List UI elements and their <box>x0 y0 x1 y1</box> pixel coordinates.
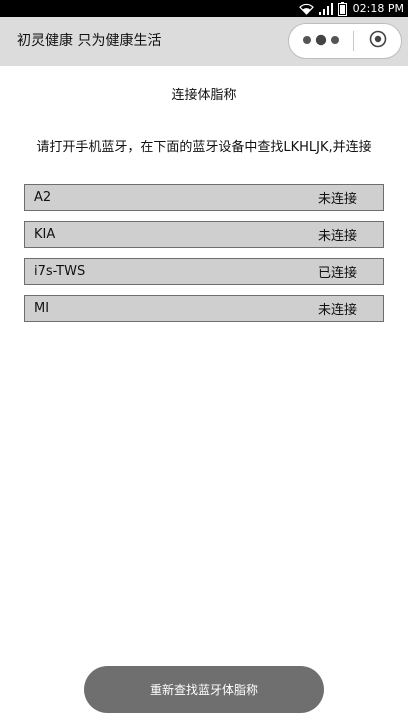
app-title: 初灵健康 只为健康生活 <box>17 33 162 49</box>
instruction-text: 请打开手机蓝牙，在下面的蓝牙设备中查找LKHLJK,并连接 <box>36 140 372 155</box>
status-bar: 02:18 PM <box>0 0 408 17</box>
device-status: 未连接 <box>317 229 357 244</box>
close-button[interactable] <box>354 24 401 58</box>
status-icons: 02:18 PM <box>298 0 404 17</box>
target-circle-icon <box>369 30 387 52</box>
signal-icon <box>318 2 333 15</box>
device-name: KIA <box>34 227 56 242</box>
device-name: i7s-TWS <box>34 264 86 279</box>
device-item[interactable]: MI 未连接 <box>24 295 384 322</box>
title-bar: 初灵健康 只为健康生活 <box>0 17 408 66</box>
device-name: A2 <box>34 190 52 205</box>
rescan-button[interactable]: 重新查找蓝牙体脂称 <box>84 666 324 713</box>
device-status: 未连接 <box>317 303 357 318</box>
device-list: A2 未连接 KIA 未连接 i7s-TWS 已连接 MI 未连接 <box>24 184 384 332</box>
more-button[interactable] <box>289 24 353 58</box>
device-item[interactable]: A2 未连接 <box>24 184 384 211</box>
battery-icon <box>337 1 347 16</box>
device-name: MI <box>34 301 50 316</box>
three-dots-icon <box>301 32 341 51</box>
device-item[interactable]: i7s-TWS 已连接 <box>24 258 384 285</box>
device-item[interactable]: KIA 未连接 <box>24 221 384 248</box>
wifi-icon <box>298 3 314 15</box>
device-status: 未连接 <box>317 192 357 207</box>
mini-program-capsule <box>288 23 402 59</box>
page-title: 连接体脂称 <box>171 88 237 103</box>
status-time: 02:18 PM <box>352 2 404 15</box>
device-status: 已连接 <box>317 266 357 281</box>
